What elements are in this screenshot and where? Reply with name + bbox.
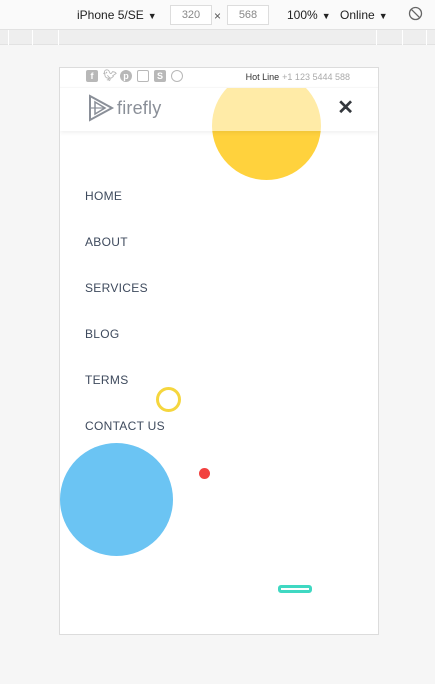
site-header: firefly ✕ bbox=[60, 87, 378, 131]
menu-item-blog[interactable]: BLOG bbox=[85, 327, 165, 373]
social-links: f 🐦︎ p S bbox=[86, 70, 183, 82]
logo-text: firefly bbox=[117, 97, 162, 118]
zoom-label: 100% bbox=[287, 8, 318, 22]
width-input[interactable]: 320 bbox=[170, 5, 212, 25]
rotate-icon[interactable] bbox=[408, 6, 423, 22]
hotline-number[interactable]: +1 123 5444 588 bbox=[282, 72, 350, 82]
decor-teal-pill bbox=[278, 585, 312, 593]
play-logo-icon bbox=[89, 94, 115, 122]
chevron-down-icon: ▼ bbox=[321, 11, 331, 21]
mobile-menu: HOME ABOUT SERVICES BLOG TERMS CONTACT U… bbox=[85, 189, 165, 465]
media-query-ruler[interactable] bbox=[0, 29, 435, 45]
top-bar: f 🐦︎ p S Hot Line +1 123 5444 588 bbox=[60, 68, 378, 88]
menu-item-contact[interactable]: CONTACT US bbox=[85, 419, 165, 465]
menu-item-terms[interactable]: TERMS bbox=[85, 373, 165, 419]
close-icon[interactable]: ✕ bbox=[337, 97, 354, 119]
hotline: Hot Line +1 123 5444 588 bbox=[246, 72, 350, 82]
decor-red-dot bbox=[199, 468, 210, 479]
height-input[interactable]: 568 bbox=[227, 5, 269, 25]
device-select[interactable]: iPhone 5/SE ▼ bbox=[77, 7, 157, 23]
chevron-down-icon: ▼ bbox=[147, 11, 157, 21]
chevron-down-icon: ▼ bbox=[378, 11, 388, 21]
dimension-separator: × bbox=[214, 9, 222, 23]
devtools-toolbar: iPhone 5/SE ▼ 320 × 568 100% ▼ Online ▼ bbox=[0, 0, 435, 29]
pinterest-icon[interactable]: p bbox=[120, 70, 132, 82]
twitter-icon[interactable]: 🐦︎ bbox=[103, 70, 117, 82]
skype-icon[interactable]: S bbox=[154, 70, 166, 82]
network-label: Online bbox=[340, 8, 375, 22]
menu-item-services[interactable]: SERVICES bbox=[85, 281, 165, 327]
instagram-icon[interactable] bbox=[137, 70, 149, 82]
zoom-select[interactable]: 100% ▼ bbox=[287, 7, 331, 23]
menu-item-home[interactable]: HOME bbox=[85, 189, 165, 235]
menu-item-about[interactable]: ABOUT bbox=[85, 235, 165, 281]
network-select[interactable]: Online ▼ bbox=[340, 7, 388, 23]
facebook-icon[interactable]: f bbox=[86, 70, 98, 82]
logo[interactable]: firefly bbox=[87, 94, 161, 122]
device-label: iPhone 5/SE bbox=[77, 8, 144, 22]
hotline-label: Hot Line bbox=[245, 72, 280, 82]
device-viewport: f 🐦︎ p S Hot Line +1 123 5444 588 firefly… bbox=[59, 67, 379, 635]
dribbble-icon[interactable] bbox=[171, 70, 183, 82]
